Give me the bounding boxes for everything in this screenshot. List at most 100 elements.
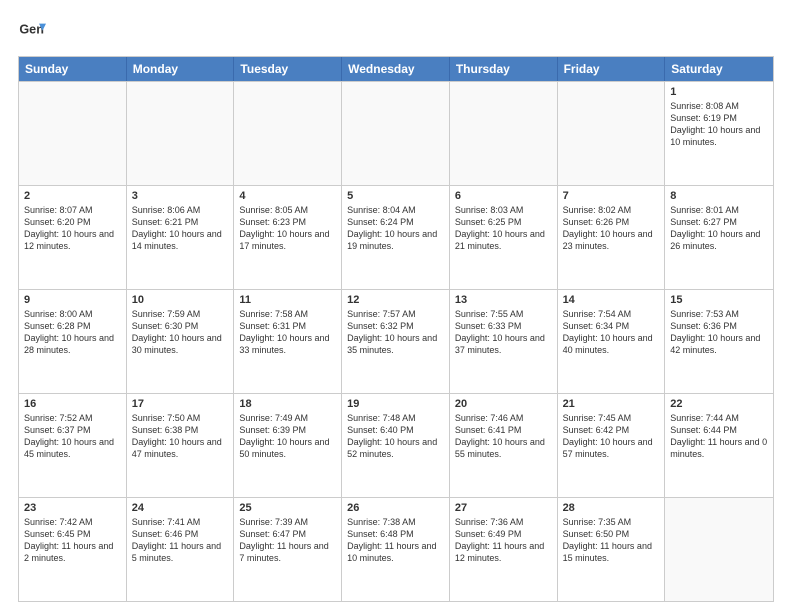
day-number: 20: [455, 398, 552, 410]
cell-info: Sunrise: 7:53 AM Sunset: 6:36 PM Dayligh…: [670, 308, 768, 357]
calendar-day-header: Saturday: [665, 57, 773, 81]
cell-info: Sunrise: 8:03 AM Sunset: 6:25 PM Dayligh…: [455, 204, 552, 253]
calendar-cell: [450, 82, 558, 185]
cell-info: Sunrise: 7:55 AM Sunset: 6:33 PM Dayligh…: [455, 308, 552, 357]
calendar-cell: 5 Sunrise: 8:04 AM Sunset: 6:24 PM Daylig…: [342, 186, 450, 289]
day-number: 6: [455, 190, 552, 202]
cell-info: Sunrise: 7:48 AM Sunset: 6:40 PM Dayligh…: [347, 412, 444, 461]
logo-icon: Gen: [18, 18, 46, 46]
calendar-day-header: Monday: [127, 57, 235, 81]
day-number: 3: [132, 190, 229, 202]
calendar-cell: 22 Sunrise: 7:44 AM Sunset: 6:44 PM Dayli…: [665, 394, 773, 497]
calendar-day-header: Tuesday: [234, 57, 342, 81]
day-number: 9: [24, 294, 121, 306]
calendar-cell: 9Sunrise: 8:00 AM Sunset: 6:28 PM Daylig…: [19, 290, 127, 393]
calendar-cell: 15 Sunrise: 7:53 AM Sunset: 6:36 PM Dayli…: [665, 290, 773, 393]
cell-info: Sunrise: 7:38 AM Sunset: 6:48 PM Dayligh…: [347, 516, 444, 565]
calendar-cell: 3 Sunrise: 8:06 AM Sunset: 6:21 PM Daylig…: [127, 186, 235, 289]
calendar-row: 2Sunrise: 8:07 AM Sunset: 6:20 PM Daylig…: [19, 185, 773, 289]
calendar-day-header: Friday: [558, 57, 666, 81]
calendar-cell: 20Sunrise: 7:46 AM Sunset: 6:41 PM Dayli…: [450, 394, 558, 497]
cell-info: Sunrise: 7:58 AM Sunset: 6:31 PM Dayligh…: [239, 308, 336, 357]
cell-info: Sunrise: 8:02 AM Sunset: 6:26 PM Dayligh…: [563, 204, 660, 253]
cell-info: Sunrise: 7:50 AM Sunset: 6:38 PM Dayligh…: [132, 412, 229, 461]
cell-info: Sunrise: 7:39 AM Sunset: 6:47 PM Dayligh…: [239, 516, 336, 565]
day-number: 7: [563, 190, 660, 202]
day-number: 5: [347, 190, 444, 202]
calendar-cell: [234, 82, 342, 185]
day-number: 22: [670, 398, 768, 410]
day-number: 15: [670, 294, 768, 306]
calendar-cell: 21 Sunrise: 7:45 AM Sunset: 6:42 PM Dayli…: [558, 394, 666, 497]
calendar-cell: 8 Sunrise: 8:01 AM Sunset: 6:27 PM Daylig…: [665, 186, 773, 289]
cell-info: Sunrise: 7:49 AM Sunset: 6:39 PM Dayligh…: [239, 412, 336, 461]
day-number: 17: [132, 398, 229, 410]
day-number: 10: [132, 294, 229, 306]
calendar: SundayMondayTuesdayWednesdayThursdayFrid…: [18, 56, 774, 602]
calendar-day-header: Sunday: [19, 57, 127, 81]
calendar-cell: 18 Sunrise: 7:49 AM Sunset: 6:39 PM Dayli…: [234, 394, 342, 497]
day-number: 12: [347, 294, 444, 306]
cell-info: Sunrise: 7:52 AM Sunset: 6:37 PM Dayligh…: [24, 412, 121, 461]
cell-info: Sunrise: 7:57 AM Sunset: 6:32 PM Dayligh…: [347, 308, 444, 357]
day-number: 8: [670, 190, 768, 202]
calendar-row: 23 Sunrise: 7:42 AM Sunset: 6:45 PM Dayli…: [19, 497, 773, 601]
calendar-cell: 10 Sunrise: 7:59 AM Sunset: 6:30 PM Dayli…: [127, 290, 235, 393]
day-number: 13: [455, 294, 552, 306]
day-number: 25: [239, 502, 336, 514]
calendar-cell: 25 Sunrise: 7:39 AM Sunset: 6:47 PM Dayli…: [234, 498, 342, 601]
calendar-cell: 17 Sunrise: 7:50 AM Sunset: 6:38 PM Dayli…: [127, 394, 235, 497]
calendar-cell: [665, 498, 773, 601]
calendar-cell: [342, 82, 450, 185]
calendar-cell: 13 Sunrise: 7:55 AM Sunset: 6:33 PM Dayli…: [450, 290, 558, 393]
calendar-cell: 23 Sunrise: 7:42 AM Sunset: 6:45 PM Dayli…: [19, 498, 127, 601]
calendar-body: 1 Sunrise: 8:08 AM Sunset: 6:19 PM Daylig…: [19, 81, 773, 601]
calendar-header: SundayMondayTuesdayWednesdayThursdayFrid…: [19, 57, 773, 81]
cell-info: Sunrise: 8:08 AM Sunset: 6:19 PM Dayligh…: [670, 100, 768, 149]
calendar-cell: 2Sunrise: 8:07 AM Sunset: 6:20 PM Daylig…: [19, 186, 127, 289]
calendar-cell: 28 Sunrise: 7:35 AM Sunset: 6:50 PM Dayli…: [558, 498, 666, 601]
cell-info: Sunrise: 8:06 AM Sunset: 6:21 PM Dayligh…: [132, 204, 229, 253]
calendar-row: 16 Sunrise: 7:52 AM Sunset: 6:37 PM Dayli…: [19, 393, 773, 497]
cell-info: Sunrise: 7:59 AM Sunset: 6:30 PM Dayligh…: [132, 308, 229, 357]
day-number: 24: [132, 502, 229, 514]
calendar-row: 1 Sunrise: 8:08 AM Sunset: 6:19 PM Daylig…: [19, 81, 773, 185]
calendar-day-header: Thursday: [450, 57, 558, 81]
calendar-cell: 1 Sunrise: 8:08 AM Sunset: 6:19 PM Daylig…: [665, 82, 773, 185]
calendar-cell: 26Sunrise: 7:38 AM Sunset: 6:48 PM Dayli…: [342, 498, 450, 601]
calendar-cell: 24Sunrise: 7:41 AM Sunset: 6:46 PM Dayli…: [127, 498, 235, 601]
calendar-cell: 4Sunrise: 8:05 AM Sunset: 6:23 PM Daylig…: [234, 186, 342, 289]
logo: Gen: [18, 18, 50, 46]
day-number: 16: [24, 398, 121, 410]
cell-info: Sunrise: 8:04 AM Sunset: 6:24 PM Dayligh…: [347, 204, 444, 253]
page-header: Gen: [18, 18, 774, 46]
cell-info: Sunrise: 7:44 AM Sunset: 6:44 PM Dayligh…: [670, 412, 768, 461]
calendar-cell: 19 Sunrise: 7:48 AM Sunset: 6:40 PM Dayli…: [342, 394, 450, 497]
calendar-day-header: Wednesday: [342, 57, 450, 81]
calendar-row: 9Sunrise: 8:00 AM Sunset: 6:28 PM Daylig…: [19, 289, 773, 393]
calendar-cell: 6 Sunrise: 8:03 AM Sunset: 6:25 PM Daylig…: [450, 186, 558, 289]
day-number: 2: [24, 190, 121, 202]
day-number: 19: [347, 398, 444, 410]
day-number: 28: [563, 502, 660, 514]
day-number: 1: [670, 86, 768, 98]
day-number: 21: [563, 398, 660, 410]
cell-info: Sunrise: 7:35 AM Sunset: 6:50 PM Dayligh…: [563, 516, 660, 565]
cell-info: Sunrise: 7:45 AM Sunset: 6:42 PM Dayligh…: [563, 412, 660, 461]
calendar-cell: [558, 82, 666, 185]
cell-info: Sunrise: 8:05 AM Sunset: 6:23 PM Dayligh…: [239, 204, 336, 253]
calendar-cell: [127, 82, 235, 185]
calendar-cell: 27Sunrise: 7:36 AM Sunset: 6:49 PM Dayli…: [450, 498, 558, 601]
day-number: 14: [563, 294, 660, 306]
calendar-cell: 12 Sunrise: 7:57 AM Sunset: 6:32 PM Dayli…: [342, 290, 450, 393]
day-number: 11: [239, 294, 336, 306]
calendar-cell: 16 Sunrise: 7:52 AM Sunset: 6:37 PM Dayli…: [19, 394, 127, 497]
day-number: 23: [24, 502, 121, 514]
day-number: 18: [239, 398, 336, 410]
calendar-cell: 11 Sunrise: 7:58 AM Sunset: 6:31 PM Dayli…: [234, 290, 342, 393]
cell-info: Sunrise: 7:54 AM Sunset: 6:34 PM Dayligh…: [563, 308, 660, 357]
cell-info: Sunrise: 7:42 AM Sunset: 6:45 PM Dayligh…: [24, 516, 121, 565]
cell-info: Sunrise: 8:01 AM Sunset: 6:27 PM Dayligh…: [670, 204, 768, 253]
calendar-cell: 7 Sunrise: 8:02 AM Sunset: 6:26 PM Daylig…: [558, 186, 666, 289]
day-number: 27: [455, 502, 552, 514]
